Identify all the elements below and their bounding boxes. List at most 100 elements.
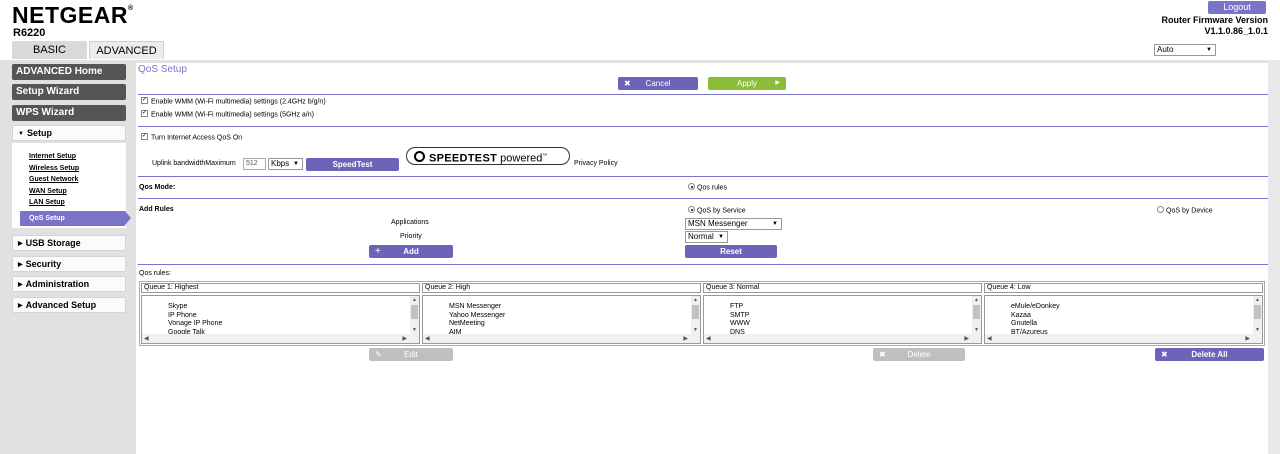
cancel-button[interactable]: ✖ Cancel xyxy=(618,77,698,90)
triangle-down-icon: ▼ xyxy=(18,131,24,137)
triangle-right-icon: ▶ xyxy=(18,303,23,309)
list-item[interactable]: IP Phone xyxy=(168,312,222,321)
list-item[interactable]: WWW xyxy=(730,320,750,329)
add-rules-label: Add Rules xyxy=(139,206,174,213)
scroll-up-icon[interactable]: ▲ xyxy=(412,297,417,303)
apply-button[interactable]: Apply ▶ xyxy=(708,77,786,90)
sidebar-section-security[interactable]: ▶ Security xyxy=(12,256,126,272)
queue-header: Queue 2: High xyxy=(422,283,701,293)
edit-button[interactable]: ✎ Edit xyxy=(369,348,453,361)
scroll-down-icon[interactable]: ▼ xyxy=(1255,327,1260,333)
sidebar-section-administration[interactable]: ▶ Administration xyxy=(12,276,126,292)
language-select[interactable]: Auto ▼ xyxy=(1154,44,1216,56)
sublink-guest-network[interactable]: Guest Network xyxy=(29,176,78,183)
queue-listbox[interactable]: eMule/eDonkey Kazaa Gnutella BT/Azureus … xyxy=(984,295,1263,344)
pointer-arrow-icon xyxy=(125,211,131,225)
checkmark-icon: ✓ xyxy=(141,97,148,104)
scroll-left-icon[interactable]: ◀ xyxy=(144,335,149,342)
sublink-qos-setup[interactable]: QoS Setup xyxy=(20,211,131,226)
vertical-scrollbar[interactable]: ▲ ▼ xyxy=(691,296,700,334)
uplink-unit-select[interactable]: Kbps ▼ xyxy=(268,158,303,170)
scroll-down-icon[interactable]: ▼ xyxy=(974,327,979,333)
router-model: R6220 xyxy=(13,27,46,39)
scroll-left-icon[interactable]: ◀ xyxy=(425,335,430,342)
triangle-right-icon: ▶ xyxy=(18,262,23,268)
scroll-up-icon[interactable]: ▲ xyxy=(1255,297,1260,303)
qos-by-service-radio[interactable]: QoS by Service xyxy=(688,206,746,214)
close-icon: ✖ xyxy=(624,79,631,88)
delete-button[interactable]: ✖ Delete xyxy=(873,348,965,361)
queue-listbox[interactable]: FTP SMTP WWW DNS ▲ ▼ ◀ ▶ xyxy=(703,295,982,344)
queue-3: Queue 3: Normal FTP SMTP WWW DNS ▲ ▼ ◀ ▶ xyxy=(702,282,983,345)
list-item[interactable]: Gnutella xyxy=(1011,320,1060,329)
wmm-5ghz-checkbox[interactable]: ✓ Enable WMM (Wi-Fi multimedia) settings … xyxy=(141,110,314,118)
scroll-down-icon[interactable]: ▼ xyxy=(412,327,417,333)
horizontal-scrollbar[interactable]: ◀ ▶ xyxy=(423,334,700,343)
scroll-right-icon[interactable]: ▶ xyxy=(683,335,688,342)
list-item[interactable]: FTP xyxy=(730,303,750,312)
sidebar-wps-wizard[interactable]: WPS Wizard xyxy=(12,105,126,121)
vertical-scrollbar[interactable]: ▲ ▼ xyxy=(972,296,981,334)
list-item[interactable]: Vonage IP Phone xyxy=(168,320,222,329)
page-scrollbar[interactable] xyxy=(1268,60,1280,454)
scroll-right-icon[interactable]: ▶ xyxy=(964,335,969,342)
vertical-scrollbar[interactable]: ▲ ▼ xyxy=(1253,296,1262,334)
uplink-bandwidth-input[interactable]: 512 xyxy=(243,158,266,170)
wmm-24ghz-checkbox[interactable]: ✓ Enable WMM (Wi-Fi multimedia) settings … xyxy=(141,97,326,105)
queue-listbox[interactable]: MSN Messenger Yahoo Messenger NetMeeting… xyxy=(422,295,701,344)
list-item[interactable]: SMTP xyxy=(730,312,750,321)
qos-rules-radio[interactable]: Qos rules xyxy=(688,183,727,191)
divider xyxy=(138,264,1268,265)
logout-button[interactable]: Logout xyxy=(1208,1,1266,14)
list-item[interactable]: MSN Messenger xyxy=(449,303,505,312)
speedtest-button[interactable]: SpeedTest xyxy=(306,158,399,171)
sidebar-section-advanced-setup[interactable]: ▶ Advanced Setup xyxy=(12,297,126,313)
sidebar-section-setup[interactable]: ▼ Setup xyxy=(12,125,126,141)
checkmark-icon: ✓ xyxy=(141,110,148,117)
privacy-policy-link[interactable]: Privacy Policy xyxy=(574,160,618,167)
horizontal-scrollbar[interactable]: ◀ ▶ xyxy=(704,334,981,343)
reset-button[interactable]: Reset xyxy=(685,245,777,258)
sublink-internet-setup[interactable]: Internet Setup xyxy=(29,153,76,160)
sublink-lan-setup[interactable]: LAN Setup xyxy=(29,199,65,206)
applications-select[interactable]: MSN Messenger ▼ xyxy=(685,218,782,230)
list-item[interactable]: Yahoo Messenger xyxy=(449,312,505,321)
scroll-right-icon[interactable]: ▶ xyxy=(1245,335,1250,342)
priority-select[interactable]: Normal ▼ xyxy=(685,231,728,243)
sidebar-setup-wizard[interactable]: Setup Wizard xyxy=(12,84,126,100)
tab-advanced[interactable]: ADVANCED xyxy=(89,41,164,59)
scroll-up-icon[interactable]: ▲ xyxy=(974,297,979,303)
scroll-right-icon[interactable]: ▶ xyxy=(402,335,407,342)
firmware-label: Router Firmware Version xyxy=(1161,15,1268,25)
netgear-logo: NETGEAR® xyxy=(12,2,134,28)
divider xyxy=(138,126,1268,127)
list-item[interactable]: Skype xyxy=(168,303,222,312)
add-button[interactable]: + Add xyxy=(369,245,453,258)
qos-on-checkbox[interactable]: ✓ Turn Internet Access QoS On xyxy=(141,133,242,141)
sidebar-advanced-home[interactable]: ADVANCED Home xyxy=(12,64,126,80)
scroll-left-icon[interactable]: ◀ xyxy=(987,335,992,342)
tab-basic[interactable]: BASIC xyxy=(12,41,87,59)
sublink-wireless-setup[interactable]: Wireless Setup xyxy=(29,165,79,172)
sublink-wan-setup[interactable]: WAN Setup xyxy=(29,188,67,195)
qos-by-device-radio[interactable]: QoS by Device xyxy=(1157,206,1213,214)
delete-all-button[interactable]: ✖ Delete All xyxy=(1155,348,1264,361)
plus-icon: + xyxy=(375,246,381,257)
scroll-down-icon[interactable]: ▼ xyxy=(693,327,698,333)
queue-listbox[interactable]: Skype IP Phone Vonage IP Phone Google Ta… xyxy=(141,295,420,344)
list-item[interactable]: NetMeeting xyxy=(449,320,505,329)
page-title: QoS Setup xyxy=(138,64,187,75)
triangle-right-icon: ▶ xyxy=(18,241,23,247)
scroll-up-icon[interactable]: ▲ xyxy=(693,297,698,303)
scroll-left-icon[interactable]: ◀ xyxy=(706,335,711,342)
queue-2: Queue 2: High MSN Messenger Yahoo Messen… xyxy=(421,282,702,345)
applications-label: Applications xyxy=(391,219,429,226)
list-item[interactable]: Kazaa xyxy=(1011,312,1060,321)
horizontal-scrollbar[interactable]: ◀ ▶ xyxy=(985,334,1262,343)
sidebar-section-usb-storage[interactable]: ▶ USB Storage xyxy=(12,235,126,251)
main-tabs: BASIC ADVANCED xyxy=(12,41,166,59)
list-item[interactable]: eMule/eDonkey xyxy=(1011,303,1060,312)
horizontal-scrollbar[interactable]: ◀ ▶ xyxy=(142,334,419,343)
vertical-scrollbar[interactable]: ▲ ▼ xyxy=(410,296,419,334)
arrow-right-icon: ▶ xyxy=(775,80,780,86)
